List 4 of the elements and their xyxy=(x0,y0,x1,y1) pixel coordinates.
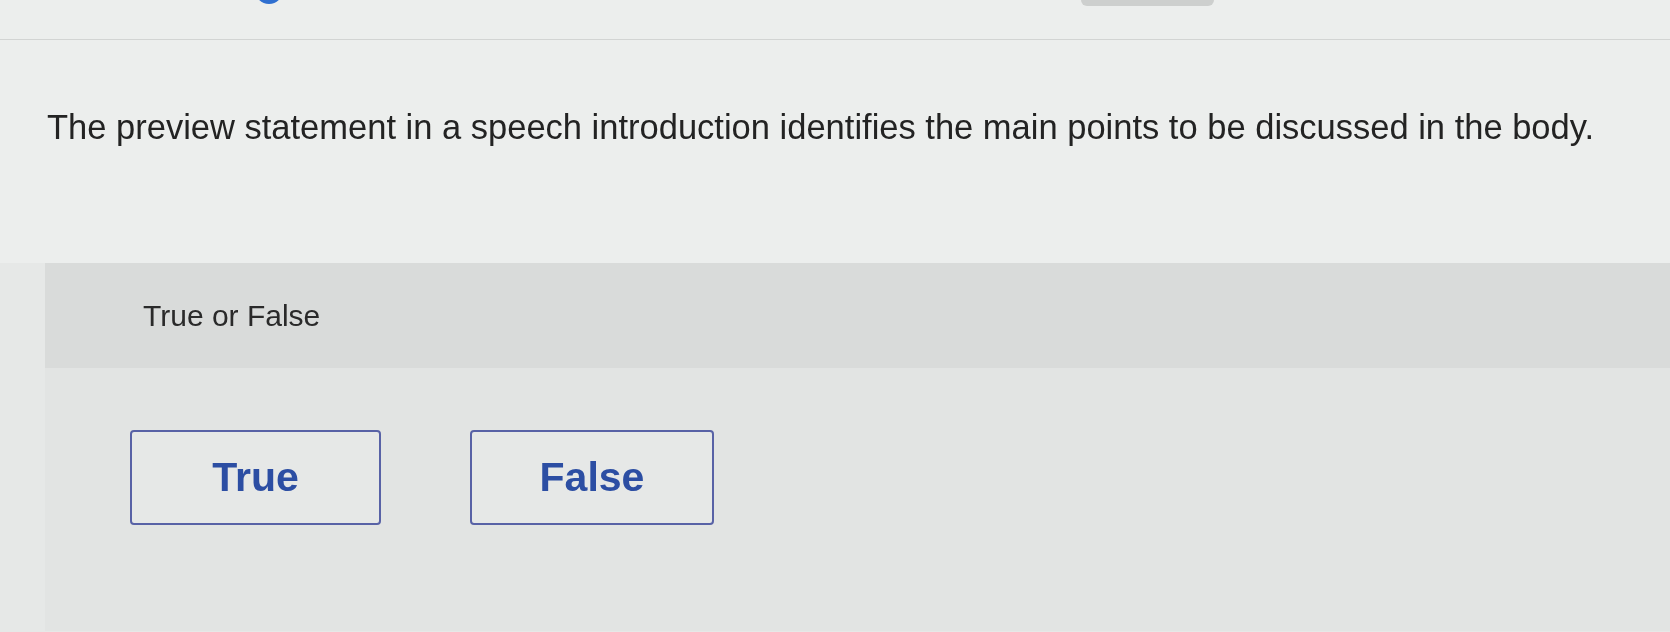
answer-option[interactable]: False xyxy=(470,430,714,525)
question-text: The preview statement in a speech introduction identifies the main points to be discussed in the body. xyxy=(47,107,1594,148)
prompt-text: True or False xyxy=(143,298,321,333)
answer-option[interactable]: True xyxy=(130,430,381,525)
